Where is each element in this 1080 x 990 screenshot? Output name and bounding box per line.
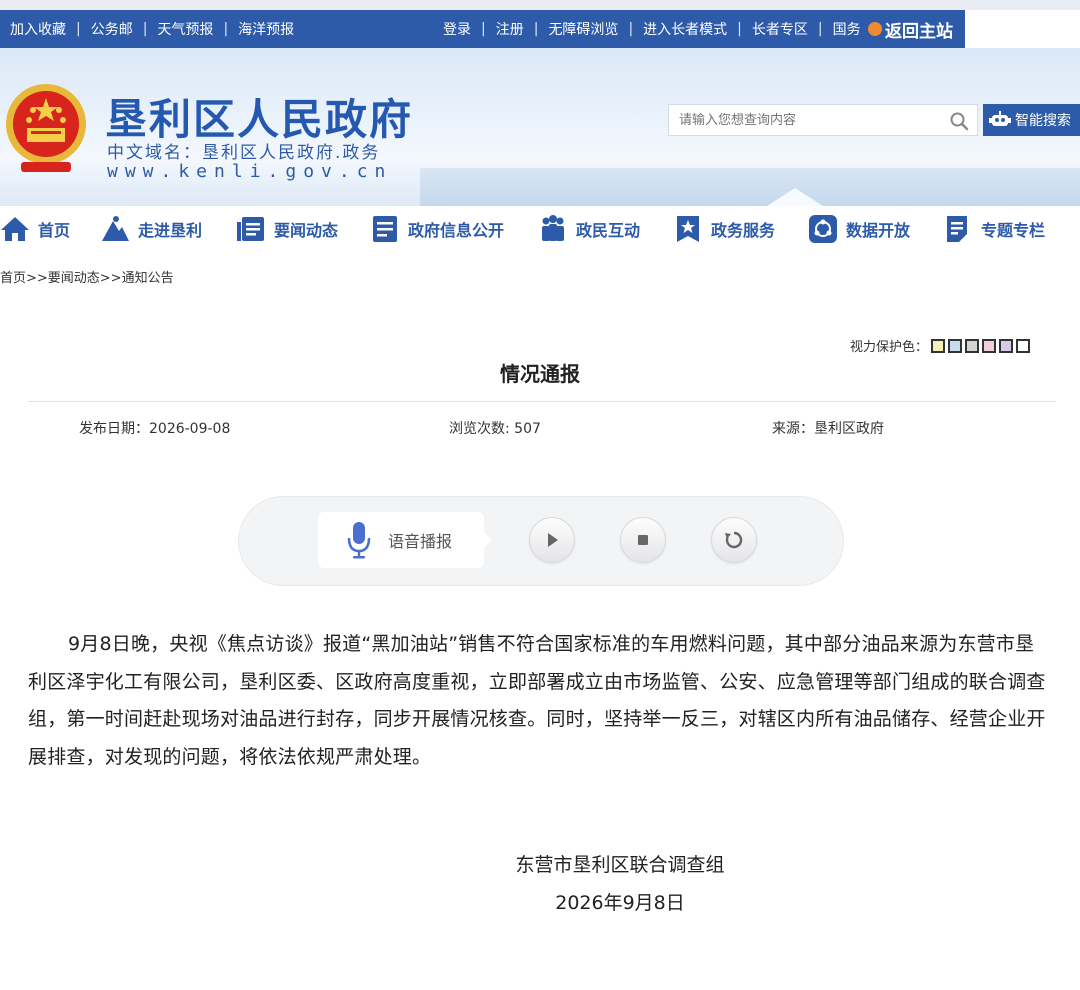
nav-item-label: 要闻动态 [274,221,339,240]
replay-button[interactable] [711,517,757,563]
star-badge-icon [677,216,699,242]
search-icon[interactable] [949,111,969,131]
nav-item-label: 政务服务 [711,221,776,240]
title-divider [28,401,1056,402]
main-nav: 首页 走进垦利 要闻动态 政府信息公开 政民互动 政务服务 数据开放 专题专栏 [0,206,1080,252]
top-strip [0,0,1080,10]
article-source: 来源：垦利区政府 [772,421,884,437]
separator: | [142,21,148,37]
nav-item-topics[interactable]: 专题专栏 [943,212,1045,246]
color-swatch-blue[interactable] [948,338,963,353]
top-link-bookmark[interactable]: 加入收藏 [10,19,66,39]
nav-item-label: 首页 [38,221,71,240]
search-input[interactable] [669,105,929,135]
nav-item-label: 政民互动 [576,221,641,240]
eye-protect-label: 视力保护色： [850,340,929,355]
color-swatch-yellow[interactable] [931,338,946,353]
nav-item-label: 走进垦利 [138,221,203,240]
label-pointer [484,532,492,548]
top-link-state-council[interactable]: 国务 [833,19,861,39]
top-bar: 加入收藏 | 公务邮 | 天气预报 | 海洋预报 登录 | 注册 | 无障碍浏览 | 进入长… [0,10,965,48]
top-link-elder-mode[interactable]: 进入长者模式 [643,19,727,39]
header-banner: 垦利区人民政府 中文域名：垦利区人民政府.政务 www.kenli.gov.cn… [0,48,1080,206]
play-icon [548,533,558,547]
separator: | [817,21,823,37]
back-home-icon [868,22,882,36]
nav-item-label: 专题专栏 [981,221,1046,240]
nav-item-about[interactable]: 走进垦利 [100,212,202,246]
search-box [668,104,978,136]
top-link-accessibility[interactable]: 无障碍浏览 [548,19,618,39]
breadcrumb[interactable]: 首页>>要闻动态>>通知公告 [0,267,174,286]
nav-item-label: 政府信息公开 [408,221,505,240]
home-icon [1,217,29,241]
smart-search-label: 智能搜索 [1015,113,1071,129]
play-button[interactable] [529,517,575,563]
color-swatch-white[interactable] [1016,338,1031,353]
top-link-weather[interactable]: 天气预报 [157,19,213,39]
article-body: 9月8日晚，央视《焦点访谈》报道“黑加油站”销售不符合国家标准的车用燃料问题，其… [28,633,1046,768]
color-swatch-gray[interactable] [965,338,980,353]
voice-broadcast-label: 语音播报 [318,512,492,568]
top-link-register[interactable]: 注册 [496,19,524,39]
document-icon [373,216,397,242]
domain-cn: 中文域名：垦利区人民政府.政务 [107,143,381,163]
top-link-mail[interactable]: 公务邮 [91,19,133,39]
publish-date: 发布日期：2026-09-08 [79,421,231,437]
stop-button[interactable] [620,517,666,563]
nav-item-home[interactable]: 首页 [0,212,70,246]
robot-icon [989,111,1011,126]
smart-search-button[interactable]: 智能搜索 [983,104,1080,136]
signature-date: 2026年9月8日 [555,892,685,914]
separator: | [481,21,486,37]
separator: | [223,21,229,37]
separator: | [628,21,634,37]
signature-org: 东营市垦利区联合调查组 [515,854,725,876]
banner-landmark [725,188,865,206]
data-network-icon [809,215,837,243]
topic-doc-icon [947,216,967,242]
article-title: 情况通报 [500,362,580,386]
replay-icon [725,531,743,549]
separator: | [76,21,81,37]
news-icon [237,217,264,241]
nav-item-gov-info[interactable]: 政府信息公开 [370,212,504,246]
voice-broadcast-text: 语音播报 [388,532,453,551]
top-right-links: 登录 | 注册 | 无障碍浏览 | 进入长者模式 | 长者专区 | 国务 [443,10,861,48]
nav-item-interaction[interactable]: 政民互动 [538,212,640,246]
view-count: 浏览次数: 507 [449,421,541,437]
back-home-label: 返回主站 [885,21,953,42]
top-bar-white-gap [965,10,1080,48]
color-swatch-pink[interactable] [982,338,997,353]
microphone-icon [347,522,371,559]
domain-en: www.kenli.gov.cn [107,161,393,182]
color-swatch-purple[interactable] [999,338,1014,353]
top-link-elder-zone[interactable]: 长者专区 [752,19,808,39]
top-link-login[interactable]: 登录 [443,19,471,39]
stop-icon [638,535,648,545]
top-left-links: 加入收藏 | 公务邮 | 天气预报 | 海洋预报 [10,10,294,48]
nav-item-news[interactable]: 要闻动态 [236,212,338,246]
nav-item-label: 数据开放 [846,221,911,240]
back-home-link[interactable]: 返回主站 [868,10,953,48]
separator: | [737,21,742,37]
eye-protect-colors: 视力保护色： [850,336,1031,355]
national-emblem-icon [6,84,86,172]
nav-item-open-data[interactable]: 数据开放 [808,212,910,246]
mountain-icon [102,216,129,241]
top-link-ocean[interactable]: 海洋预报 [238,19,294,39]
people-icon [542,215,564,241]
separator: | [533,21,539,37]
nav-item-services[interactable]: 政务服务 [673,212,775,246]
